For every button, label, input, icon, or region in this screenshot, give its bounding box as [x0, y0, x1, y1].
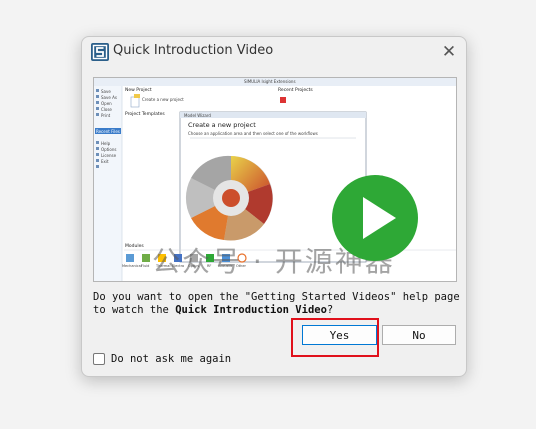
message-line-1: Do you want to open the "Getting Started…: [93, 291, 460, 303]
preview-recent-projects-heading: Recent Projects: [278, 88, 313, 93]
preview-sidebar-item: License: [101, 153, 117, 158]
preview-module-label: Fluid: [141, 264, 150, 268]
play-icon[interactable]: [332, 175, 418, 261]
dialog-message: Do you want to open the "Getting Started…: [93, 291, 463, 317]
preview-modules-heading: Modules: [125, 244, 144, 249]
preview-new-project-item: Create a new project: [142, 97, 184, 102]
preview-sidebar-item: Close: [101, 107, 112, 112]
preview-project-templates-heading: Project Templates: [125, 112, 165, 117]
preview-sidebar-item: Help: [101, 141, 111, 146]
video-preview[interactable]: SIMULIA Isight Extensions Save Save As O…: [93, 77, 457, 282]
message-line-2: to watch the Quick Introduction Video?: [93, 304, 463, 317]
message-line-2-prefix: to watch the: [93, 304, 176, 316]
checkbox-label[interactable]: Do not ask me again: [111, 353, 231, 366]
yes-button[interactable]: Yes: [302, 325, 377, 345]
app-logo-icon: [91, 43, 109, 61]
dialog-titlebar: Quick Introduction Video ✕: [82, 37, 466, 67]
close-icon: ✕: [441, 42, 457, 62]
preview-sidebar-item: Print: [101, 113, 111, 118]
preview-sidebar-item: Open: [101, 101, 112, 106]
checkbox-box[interactable]: [93, 353, 105, 365]
video-name: Quick Introduction Video: [175, 304, 327, 316]
preview-wizard-window-title: Model Wizard: [184, 113, 211, 118]
preview-sidebar-item: Exit: [101, 159, 109, 164]
preview-app-title: SIMULIA Isight Extensions: [244, 79, 296, 84]
preview-sidebar-item: Save As: [101, 95, 117, 100]
quick-intro-dialog: Quick Introduction Video ✕ SIMULIA Isigh…: [81, 36, 467, 377]
preview-wizard-heading: Create a new project: [188, 121, 256, 129]
dialog-title: Quick Introduction Video: [113, 43, 274, 58]
message-line-2-suffix: ?: [326, 304, 334, 316]
preview-wizard-subheading: Choose an application area and then sele…: [188, 131, 318, 136]
preview-sidebar-item: Recent Files: [96, 129, 120, 134]
preview-module-label: Mechanical: [122, 264, 142, 268]
preview-new-project-heading: New Project: [125, 88, 152, 93]
preview-sidebar-item: Options: [101, 147, 117, 152]
preview-sidebar-item: Save: [101, 89, 111, 94]
close-button[interactable]: ✕: [438, 41, 460, 63]
no-button[interactable]: No: [382, 325, 456, 345]
